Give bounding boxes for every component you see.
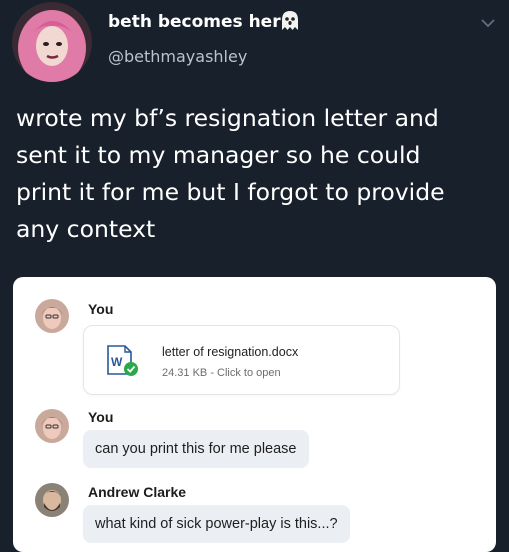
sender-name: You xyxy=(88,409,114,425)
avatar xyxy=(35,409,69,443)
tweet-header: beth becomes her @bethmayashley xyxy=(0,0,509,90)
avatar xyxy=(35,299,69,333)
tweet-text-line: sent it to my manager so he could xyxy=(16,141,421,169)
file-meta: 24.31 KB - Click to open xyxy=(162,367,281,379)
display-name[interactable]: beth becomes her xyxy=(108,12,281,32)
chevron-down-icon[interactable] xyxy=(480,14,496,28)
file-name: letter of resignation.docx xyxy=(162,345,299,359)
avatar[interactable] xyxy=(12,2,92,82)
tweet-text-line: wrote my bf’s resignation letter and xyxy=(16,104,439,132)
sender-name: Andrew Clarke xyxy=(88,484,187,500)
tweet-text: wrote my bf’s resignation letter and sen… xyxy=(16,100,501,248)
svg-text:W: W xyxy=(111,355,123,369)
file-attachment[interactable]: W letter of resignation.docx 24.31 KB - … xyxy=(83,325,400,395)
word-doc-icon: W xyxy=(105,344,139,378)
tweet-text-line: any context xyxy=(16,215,156,243)
handle[interactable]: @bethmayashley xyxy=(108,47,247,66)
ghost-icon xyxy=(280,10,300,32)
chat-screenshot-card: You W letter of resignation.docx 24.31 K… xyxy=(13,277,496,552)
sender-name: You xyxy=(88,301,114,317)
tweet-text-line: print it for me but I forgot to provide xyxy=(16,178,445,206)
avatar xyxy=(35,483,69,517)
message-bubble[interactable]: can you print this for me please xyxy=(83,430,309,468)
message-bubble[interactable]: what kind of sick power-play is this...? xyxy=(83,505,350,543)
